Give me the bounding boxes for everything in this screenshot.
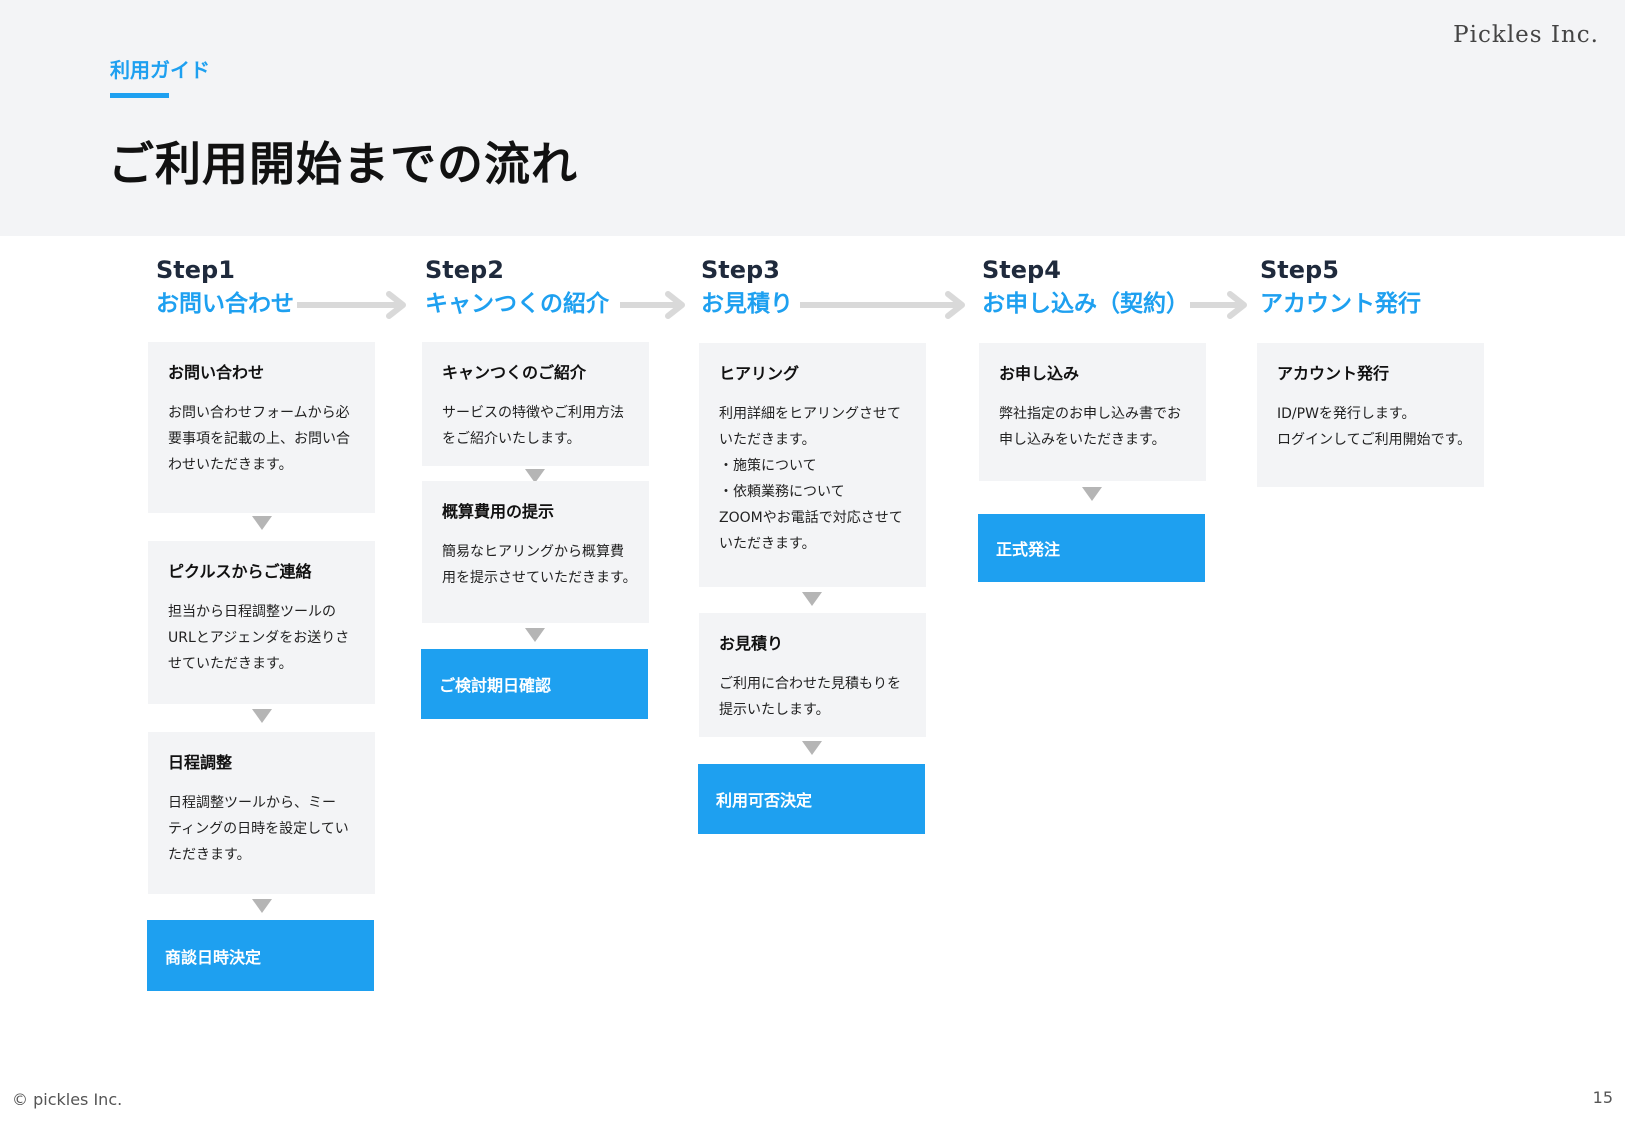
arrow-right-icon <box>1190 291 1247 319</box>
step4-header: Step4 お申し込み（契約） <box>982 254 1189 320</box>
step1-result: 商談日時決定 <box>147 920 374 991</box>
card-title: お問い合わせ <box>168 363 265 382</box>
card-body: 簡易なヒアリングから概算費 用を提示させていただきます。 <box>442 539 637 591</box>
card-title: ピクルスからご連絡 <box>168 562 312 581</box>
card-line: いただきます。 <box>719 536 816 552</box>
step1-card-inquiry: お問い合わせ お問い合わせフォームから必 要事項を記載の上、お問い合 わせいただ… <box>148 342 375 513</box>
card-body: ID/PWを発行します。 ログインしてご利用開始です。 <box>1277 401 1472 453</box>
page-title: ご利用開始までの流れ <box>108 137 578 191</box>
card-title: 概算費用の提示 <box>442 502 555 521</box>
step1-header: Step1 お問い合わせ <box>156 254 294 320</box>
section-label: 利用ガイド <box>110 58 210 82</box>
card-line: せていただきます。 <box>168 656 293 672</box>
card-line: ティングの日時を設定してい <box>168 821 349 837</box>
step4-card-application: お申し込み 弊社指定のお申し込み書でお 申し込みをいただきます。 <box>979 343 1206 481</box>
triangle-down-icon <box>252 516 272 530</box>
step-number: Step5 <box>1260 256 1339 284</box>
card-line: わせいただきます。 <box>168 457 293 473</box>
arrow-right-icon <box>620 291 685 319</box>
card-line: いただきます。 <box>719 432 816 448</box>
triangle-down-icon <box>1082 487 1102 501</box>
step1-card-contact: ピクルスからご連絡 担当から日程調整ツールの URLとアジェンダをお送りさ せて… <box>148 541 375 704</box>
card-title: お申し込み <box>999 364 1080 383</box>
step-name: お見積り <box>701 291 793 317</box>
card-line: をご紹介いたします。 <box>442 431 581 447</box>
triangle-down-icon <box>252 899 272 913</box>
triangle-down-icon <box>802 592 822 606</box>
card-body: お問い合わせフォームから必 要事項を記載の上、お問い合 わせいただきます。 <box>168 400 357 478</box>
step-number: Step2 <box>425 256 504 284</box>
triangle-down-icon <box>802 741 822 755</box>
card-line: 利用詳細をヒアリングさせて <box>719 406 901 422</box>
card-line: ログインしてご利用開始です。 <box>1277 432 1472 448</box>
footer-copyright: © pickles Inc. <box>12 1090 123 1109</box>
arrow-right-icon <box>800 291 965 319</box>
step2-card-estimate: 概算費用の提示 簡易なヒアリングから概算費 用を提示させていただきます。 <box>422 481 649 623</box>
step3-result: 利用可否決定 <box>698 764 925 834</box>
card-body: サービスの特徴やご利用方法 をご紹介いたします。 <box>442 400 631 452</box>
card-line: 日程調整ツールから、ミー <box>168 795 336 811</box>
card-body: 日程調整ツールから、ミー ティングの日時を設定してい ただきます。 <box>168 790 357 868</box>
card-line: ID/PWを発行します。 <box>1277 406 1416 422</box>
card-title: お見積り <box>719 634 784 653</box>
header-band <box>0 0 1625 236</box>
step-number: Step1 <box>156 256 235 284</box>
card-line: ・施策について <box>719 458 817 474</box>
card-line: 簡易なヒアリングから概算費 <box>442 544 624 560</box>
card-line: URLとアジェンダをお送りさ <box>168 630 350 646</box>
step3-header: Step3 お見積り <box>701 254 793 320</box>
card-body: ご利用に合わせた見積もりを 提示いたします。 <box>719 671 908 723</box>
triangle-down-icon <box>252 709 272 723</box>
card-line: 提示いたします。 <box>719 702 830 718</box>
card-line: ご利用に合わせた見積もりを <box>719 676 901 692</box>
step5-header: Step5 アカウント発行 <box>1260 254 1421 320</box>
card-line: 担当から日程調整ツールの <box>168 604 336 620</box>
step3-card-quote: お見積り ご利用に合わせた見積もりを 提示いたします。 <box>699 613 926 737</box>
step-name: アカウント発行 <box>1260 291 1421 317</box>
step4-result: 正式発注 <box>978 514 1205 582</box>
step1-card-schedule: 日程調整 日程調整ツールから、ミー ティングの日時を設定してい ただきます。 <box>148 732 375 894</box>
card-line: 要事項を記載の上、お問い合 <box>168 431 350 447</box>
step-number: Step3 <box>701 256 780 284</box>
section-underline <box>110 93 169 98</box>
step-name: お問い合わせ <box>156 291 294 317</box>
card-line: ただきます。 <box>168 847 251 863</box>
card-line: 申し込みをいただきます。 <box>999 432 1166 448</box>
step-name: お申し込み（契約） <box>982 291 1189 317</box>
card-title: アカウント発行 <box>1277 364 1390 383</box>
card-line: サービスの特徴やご利用方法 <box>442 405 624 421</box>
card-line: 用を提示させていただきます。 <box>442 570 637 586</box>
card-title: ヒアリング <box>719 364 800 383</box>
step2-header: Step2 キャンつくの紹介 <box>425 254 609 320</box>
card-body: 担当から日程調整ツールの URLとアジェンダをお送りさ せていただきます。 <box>168 599 357 677</box>
arrow-right-icon <box>297 291 406 319</box>
step-number: Step4 <box>982 256 1061 284</box>
triangle-down-icon <box>525 628 545 642</box>
step-name: キャンつくの紹介 <box>425 291 609 317</box>
page-number: 15 <box>1592 1088 1613 1107</box>
card-title: キャンつくのご紹介 <box>442 363 587 382</box>
card-body: 利用詳細をヒアリングさせて いただきます。 ・施策について ・依頼業務について … <box>719 401 908 557</box>
card-line: ・依頼業務について <box>719 484 845 500</box>
card-title: 日程調整 <box>168 753 233 772</box>
step2-card-intro: キャンつくのご紹介 サービスの特徴やご利用方法 をご紹介いたします。 <box>422 342 649 466</box>
step2-result: ご検討期日確認 <box>421 649 648 719</box>
card-line: お問い合わせフォームから必 <box>168 405 350 421</box>
step3-card-hearing: ヒアリング 利用詳細をヒアリングさせて いただきます。 ・施策について ・依頼業… <box>699 343 926 587</box>
step5-card-account: アカウント発行 ID/PWを発行します。 ログインしてご利用開始です。 <box>1257 343 1484 487</box>
card-body: 弊社指定のお申し込み書でお 申し込みをいただきます。 <box>999 401 1188 453</box>
company-logo: Pickles Inc. <box>1453 22 1599 48</box>
card-line: 弊社指定のお申し込み書でお <box>999 406 1181 422</box>
card-line: ZOOMやお電話で対応させて <box>719 510 903 526</box>
